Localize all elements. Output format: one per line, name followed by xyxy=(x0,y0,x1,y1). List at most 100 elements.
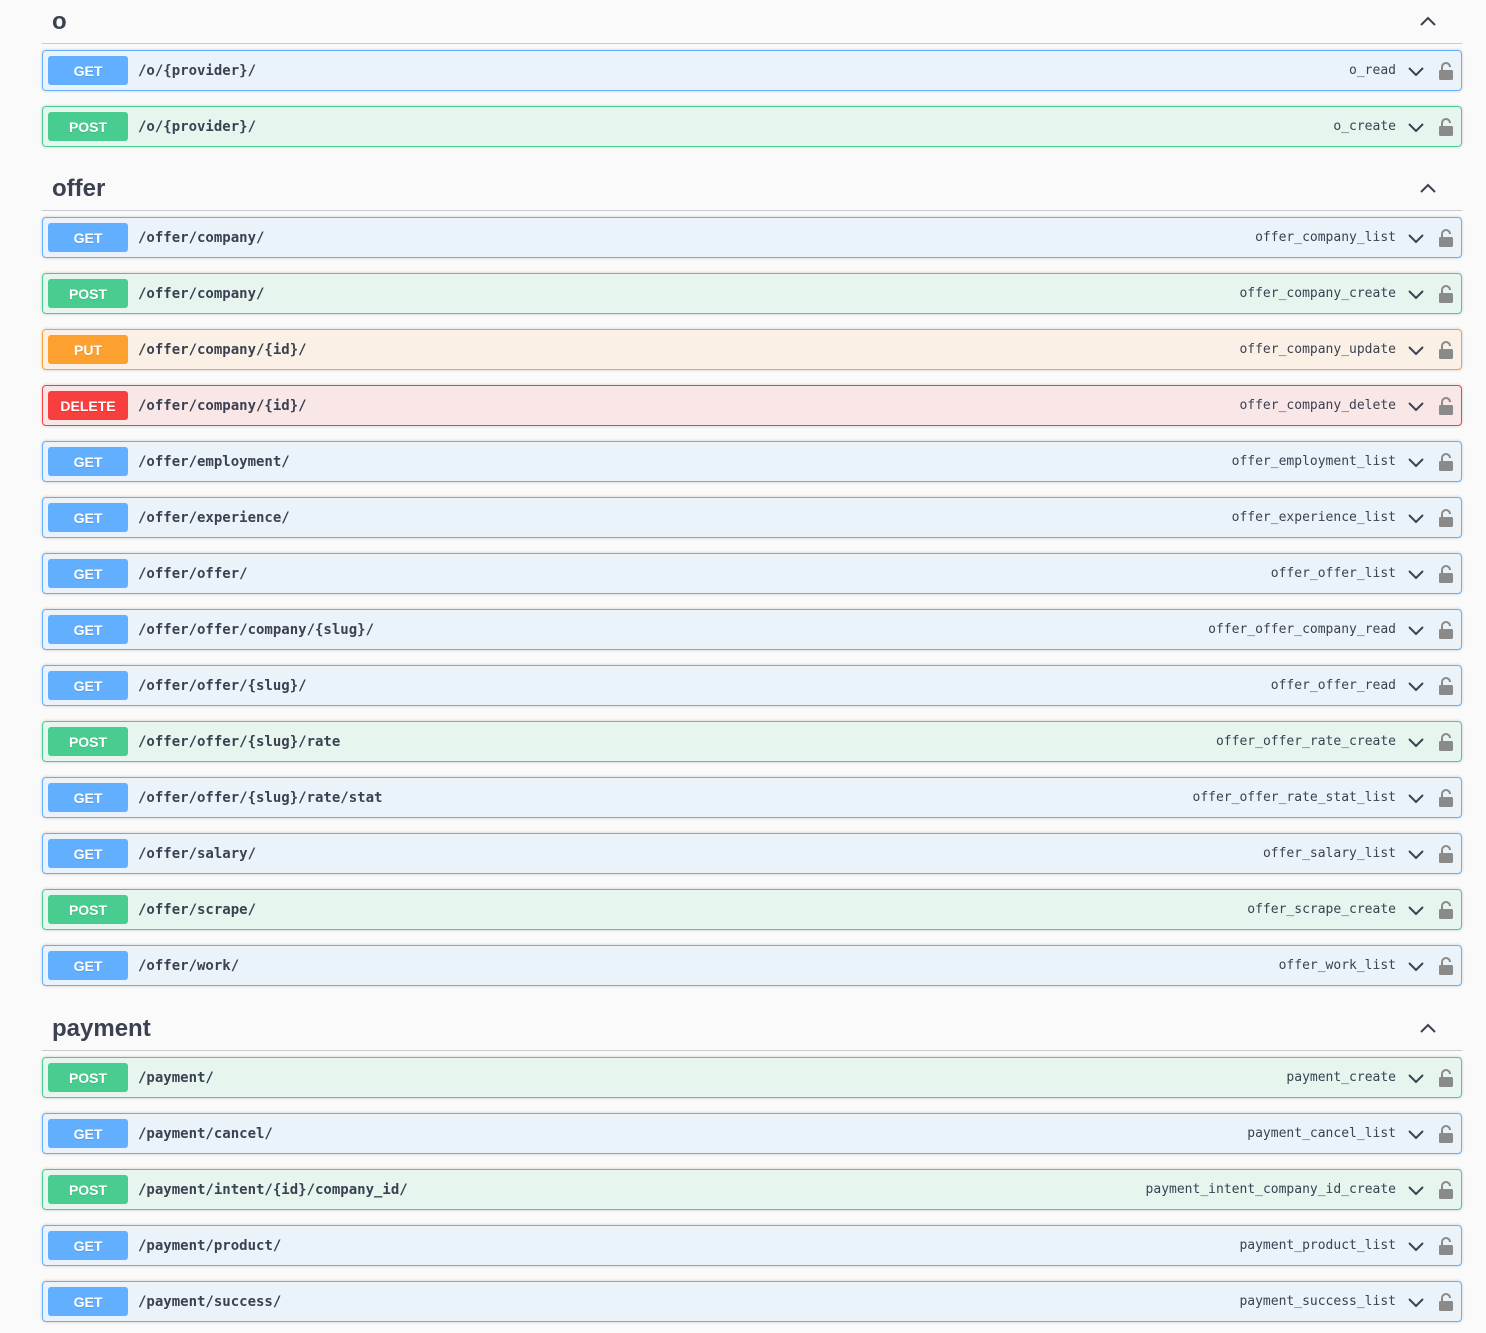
operation-row[interactable]: POST/offer/offer/{slug}/rate offer_offer_… xyxy=(42,721,1462,762)
lock-icon[interactable] xyxy=(1434,1234,1458,1258)
operation-path: /offer/company/{id}/ xyxy=(138,397,307,414)
method-badge: POST xyxy=(48,727,128,756)
lock-icon[interactable] xyxy=(1434,674,1458,698)
chevron-up-icon[interactable] xyxy=(1408,7,1448,37)
lock-icon[interactable] xyxy=(1434,1290,1458,1314)
tag-header-offer[interactable]: offer xyxy=(42,167,1462,211)
operation-row[interactable]: GET/offer/salary/offer_salary_list xyxy=(42,833,1462,874)
operation-id: payment_cancel_list xyxy=(1247,1126,1396,1141)
chevron-down-icon[interactable] xyxy=(1404,954,1428,978)
chevron-down-icon[interactable] xyxy=(1404,1122,1428,1146)
chevron-down-icon[interactable] xyxy=(1404,1234,1428,1258)
operation-row[interactable]: GET/payment/product/payment_product_list xyxy=(42,1225,1462,1266)
operation-row[interactable]: GET/payment/success/payment_success_list xyxy=(42,1281,1462,1322)
operation-id: offer_company_create xyxy=(1239,286,1396,301)
method-badge: GET xyxy=(48,447,128,476)
operation-id: o_read xyxy=(1349,63,1396,78)
operation-path: /offer/salary/ xyxy=(138,845,257,862)
lock-icon[interactable] xyxy=(1434,562,1458,586)
chevron-down-icon[interactable] xyxy=(1404,842,1428,866)
method-badge: GET xyxy=(48,1287,128,1316)
operation-row[interactable]: GET/offer/employment/offer_employment_li… xyxy=(42,441,1462,482)
chevron-down-icon[interactable] xyxy=(1404,394,1428,418)
operation-row[interactable]: POST/offer/scrape/offer_scrape_create xyxy=(42,889,1462,930)
operation-row[interactable]: POST/offer/company/offer_company_create xyxy=(42,273,1462,314)
chevron-down-icon[interactable] xyxy=(1404,562,1428,586)
operation-path: /payment/cancel/ xyxy=(138,1125,273,1142)
operation-row[interactable]: DELETE/offer/company/{id}/ offer_company_… xyxy=(42,385,1462,426)
operation-row[interactable]: GET/offer/work/offer_work_list xyxy=(42,945,1462,986)
operation-path: /offer/offer/{slug}/rate xyxy=(138,733,341,750)
chevron-down-icon[interactable] xyxy=(1404,898,1428,922)
operation-id: payment_success_list xyxy=(1239,1294,1396,1309)
chevron-down-icon[interactable] xyxy=(1404,226,1428,250)
operation-path: /payment/ xyxy=(138,1069,214,1086)
operation-path: /offer/experience/ xyxy=(138,509,290,526)
chevron-down-icon[interactable] xyxy=(1404,338,1428,362)
lock-icon[interactable] xyxy=(1434,226,1458,250)
operation-row[interactable]: GET/o/{provider}/ o_read xyxy=(42,50,1462,91)
chevron-down-icon[interactable] xyxy=(1404,282,1428,306)
chevron-down-icon[interactable] xyxy=(1404,674,1428,698)
method-badge: PUT xyxy=(48,335,128,364)
lock-icon[interactable] xyxy=(1434,618,1458,642)
lock-icon[interactable] xyxy=(1434,338,1458,362)
operation-row[interactable]: GET/offer/offer/offer_offer_list xyxy=(42,553,1462,594)
method-badge: GET xyxy=(48,783,128,812)
lock-icon[interactable] xyxy=(1434,898,1458,922)
operation-row[interactable]: GET/offer/experience/offer_experience_li… xyxy=(42,497,1462,538)
operation-row[interactable]: POST/payment/payment_create xyxy=(42,1057,1462,1098)
chevron-down-icon[interactable] xyxy=(1404,786,1428,810)
tag-title: payment xyxy=(52,1014,151,1042)
lock-icon[interactable] xyxy=(1434,730,1458,754)
lock-icon[interactable] xyxy=(1434,282,1458,306)
lock-icon[interactable] xyxy=(1434,954,1458,978)
chevron-down-icon[interactable] xyxy=(1404,1066,1428,1090)
chevron-down-icon[interactable] xyxy=(1404,1290,1428,1314)
operation-row[interactable]: POST/o/{provider}/ o_create xyxy=(42,106,1462,147)
operation-path: /offer/offer/company/{slug}/ xyxy=(138,621,375,638)
operation-row[interactable]: GET/offer/company/offer_company_list xyxy=(42,217,1462,258)
lock-icon[interactable] xyxy=(1434,1122,1458,1146)
operation-id: offer_salary_list xyxy=(1262,846,1396,861)
operation-id: o_create xyxy=(1333,119,1396,134)
method-badge: DELETE xyxy=(48,391,128,420)
chevron-down-icon[interactable] xyxy=(1404,450,1428,474)
operation-row[interactable]: GET/offer/offer/company/{slug}/ offer_off… xyxy=(42,609,1462,650)
lock-icon[interactable] xyxy=(1434,786,1458,810)
lock-icon[interactable] xyxy=(1434,59,1458,83)
operation-id: offer_company_update xyxy=(1239,342,1396,357)
lock-icon[interactable] xyxy=(1434,506,1458,530)
tag-header-payment[interactable]: payment xyxy=(42,1007,1462,1051)
operation-id: payment_create xyxy=(1286,1070,1396,1085)
chevron-down-icon[interactable] xyxy=(1404,1178,1428,1202)
chevron-up-icon[interactable] xyxy=(1408,1014,1448,1044)
operation-row[interactable]: PUT/offer/company/{id}/ offer_company_upd… xyxy=(42,329,1462,370)
chevron-down-icon[interactable] xyxy=(1404,730,1428,754)
method-badge: GET xyxy=(48,839,128,868)
operation-row[interactable]: GET/offer/offer/{slug}/rate/stat offer_of… xyxy=(42,777,1462,818)
lock-icon[interactable] xyxy=(1434,394,1458,418)
lock-icon[interactable] xyxy=(1434,842,1458,866)
chevron-down-icon[interactable] xyxy=(1404,115,1428,139)
chevron-down-icon[interactable] xyxy=(1404,618,1428,642)
operation-path: /offer/offer/ xyxy=(138,565,248,582)
method-badge: POST xyxy=(48,112,128,141)
chevron-down-icon[interactable] xyxy=(1404,506,1428,530)
operation-row[interactable]: POST/payment/intent/{id}/company_id/paym… xyxy=(42,1169,1462,1210)
operation-path: /offer/company/{id}/ xyxy=(138,341,307,358)
operation-id: offer_scrape_create xyxy=(1247,902,1396,917)
method-badge: GET xyxy=(48,503,128,532)
operation-path: /offer/scrape/ xyxy=(138,901,257,918)
lock-icon[interactable] xyxy=(1434,1178,1458,1202)
method-badge: GET xyxy=(48,559,128,588)
lock-icon[interactable] xyxy=(1434,1066,1458,1090)
lock-icon[interactable] xyxy=(1434,450,1458,474)
method-badge: GET xyxy=(48,1231,128,1260)
chevron-up-icon[interactable] xyxy=(1408,174,1448,204)
tag-header-o[interactable]: o xyxy=(42,0,1462,44)
operation-row[interactable]: GET/payment/cancel/payment_cancel_list xyxy=(42,1113,1462,1154)
lock-icon[interactable] xyxy=(1434,115,1458,139)
chevron-down-icon[interactable] xyxy=(1404,59,1428,83)
operation-row[interactable]: GET/offer/offer/{slug}/ offer_offer_read xyxy=(42,665,1462,706)
